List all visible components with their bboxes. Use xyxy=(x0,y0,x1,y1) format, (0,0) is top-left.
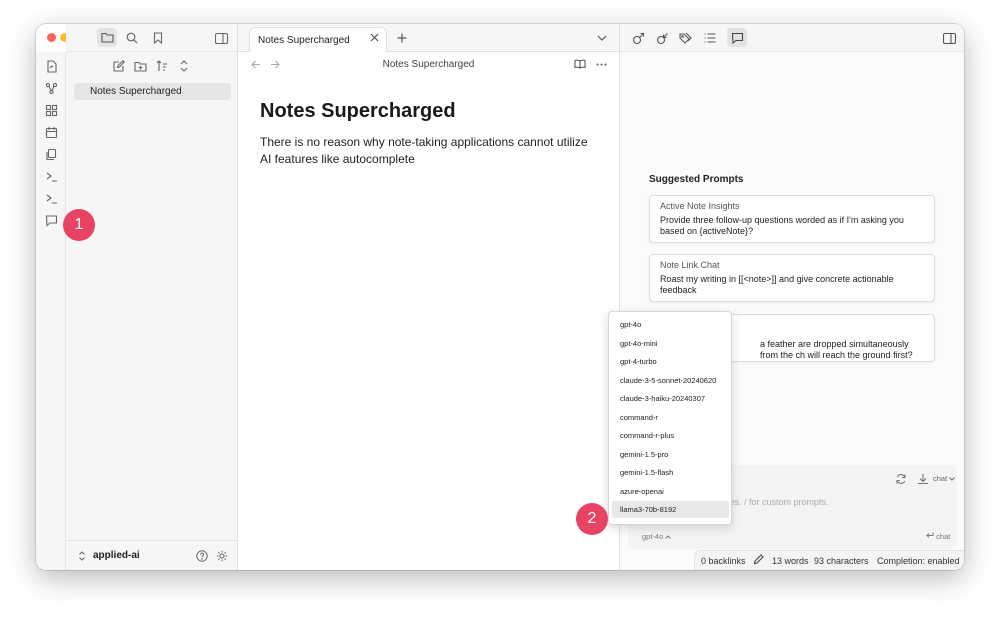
folder-icon[interactable] xyxy=(97,28,117,47)
templates-icon[interactable] xyxy=(43,146,59,162)
prompt-card-title: Active Note Insights xyxy=(660,201,740,211)
model-option[interactable]: claude-3-haiku-20240307 xyxy=(612,390,729,407)
model-option[interactable]: gpt-4-turbo xyxy=(612,353,729,370)
vault-switcher: applied-ai xyxy=(66,540,238,570)
command-palette-icon[interactable] xyxy=(43,190,59,206)
new-folder-icon[interactable] xyxy=(132,58,148,74)
vault-chevron-icon[interactable] xyxy=(76,550,88,562)
backlinks-count[interactable]: 0 backlinks xyxy=(701,556,746,566)
suggested-prompts-heading: Suggested Prompts xyxy=(649,174,744,185)
right-sidebar-toggle-icon[interactable] xyxy=(941,30,957,46)
model-option[interactable]: command-r xyxy=(612,409,729,426)
calendar-icon[interactable] xyxy=(43,124,59,140)
sidebar-toolbar xyxy=(66,24,238,52)
prompt-card-text: Roast my writing in [[<note>]] and give … xyxy=(660,274,894,295)
model-selector[interactable]: gpt-4o xyxy=(642,532,672,541)
character-count: 93 characters xyxy=(814,556,869,566)
sort-icon[interactable] xyxy=(154,58,170,74)
editor-pane: Notes Supercharged Notes Supercharged No… xyxy=(238,24,619,570)
file-item-label: Notes Supercharged xyxy=(90,86,182,97)
more-options-icon[interactable] xyxy=(594,57,608,71)
file-explorer-sidebar: Notes Supercharged applied-ai xyxy=(66,24,238,570)
model-option[interactable]: gemini-1.5-pro xyxy=(612,446,729,463)
callout-badge-2: 2 xyxy=(576,503,608,535)
view-header-title[interactable]: Notes Supercharged xyxy=(238,59,619,70)
right-panel-toolbar xyxy=(620,24,964,52)
refresh-icon[interactable] xyxy=(894,472,908,486)
terminal-icon[interactable] xyxy=(43,168,59,184)
new-note-icon[interactable] xyxy=(111,58,127,74)
sidebar-toggle-icon[interactable] xyxy=(213,30,229,46)
status-bar: 0 backlinks 13 words 93 characters Compl… xyxy=(694,550,964,570)
new-tab-icon[interactable] xyxy=(395,31,409,45)
completion-status[interactable]: Completion: enabled xyxy=(877,556,960,566)
search-icon[interactable] xyxy=(124,30,140,46)
tab-label: Notes Supercharged xyxy=(258,35,350,46)
prompt-card-title: Note Link Chat xyxy=(660,260,720,270)
backlinks-icon[interactable] xyxy=(654,30,670,46)
bookmark-icon[interactable] xyxy=(150,30,166,46)
tab-notes-supercharged[interactable]: Notes Supercharged xyxy=(249,27,387,52)
prompt-card[interactable]: Note Link Chat Roast my writing in [[<no… xyxy=(649,254,935,302)
ribbon xyxy=(36,52,66,570)
tab-bar: Notes Supercharged xyxy=(238,24,619,52)
tab-list-chevron-icon[interactable] xyxy=(595,31,609,45)
quick-switcher-icon[interactable] xyxy=(43,58,59,74)
note-title[interactable]: Notes Supercharged xyxy=(260,100,456,123)
app-window: Notes Supercharged applied-ai Notes Supe… xyxy=(36,24,964,570)
outline-icon[interactable] xyxy=(702,30,718,46)
canvas-icon[interactable] xyxy=(43,102,59,118)
close-window-button[interactable] xyxy=(47,33,56,42)
mode-chevron-icon xyxy=(949,477,956,481)
outgoing-links-icon[interactable] xyxy=(630,30,646,46)
model-chevron-up-icon xyxy=(665,535,672,539)
model-selector-label: gpt-4o xyxy=(642,532,664,541)
help-icon[interactable] xyxy=(195,549,209,563)
model-option-selected[interactable]: llama3-70b-8192 xyxy=(612,501,729,518)
model-option[interactable]: command-r-plus xyxy=(612,427,729,444)
reading-view-icon[interactable] xyxy=(573,57,587,71)
copilot-chat-icon[interactable] xyxy=(727,28,747,47)
graph-view-icon[interactable] xyxy=(43,80,59,96)
mode-selector[interactable]: chat xyxy=(933,474,956,483)
enter-icon xyxy=(926,532,934,538)
prompt-card[interactable]: Active Note Insights Provide three follo… xyxy=(649,195,935,243)
send-label: chat xyxy=(936,532,951,541)
vault-name[interactable]: applied-ai xyxy=(93,550,140,561)
edit-pencil-icon[interactable] xyxy=(753,554,764,567)
download-icon[interactable] xyxy=(916,472,930,486)
send-button[interactable]: chat xyxy=(926,532,950,541)
prompt-card-text: Provide three follow-up questions worded… xyxy=(660,215,904,236)
view-header: Notes Supercharged xyxy=(238,52,619,76)
mode-label: chat xyxy=(933,474,948,483)
note-body[interactable]: There is no reason why note-taking appli… xyxy=(260,134,600,168)
settings-gear-icon[interactable] xyxy=(215,549,229,563)
tab-close-icon[interactable] xyxy=(370,33,379,45)
collapse-all-icon[interactable] xyxy=(176,58,192,74)
callout-badge-1: 1 xyxy=(63,209,95,241)
model-option[interactable]: gemini-1.5-flash xyxy=(612,464,729,481)
model-option[interactable]: azure-openai xyxy=(612,483,729,500)
model-option[interactable]: gpt-4o xyxy=(612,316,729,333)
chat-input-field[interactable]: tes. / for custom prompts. xyxy=(727,497,829,507)
word-count: 13 words xyxy=(772,556,809,566)
chat-icon[interactable] xyxy=(43,212,59,228)
file-item-notes-supercharged[interactable]: Notes Supercharged xyxy=(74,83,231,100)
model-option[interactable]: gpt-4o-mini xyxy=(612,335,729,352)
model-option[interactable]: claude-3-5-sonnet-20240620 xyxy=(612,372,729,389)
model-dropdown-menu: gpt-4o gpt-4o-mini gpt-4-turbo claude-3-… xyxy=(608,311,732,525)
tags-icon[interactable] xyxy=(678,30,694,46)
